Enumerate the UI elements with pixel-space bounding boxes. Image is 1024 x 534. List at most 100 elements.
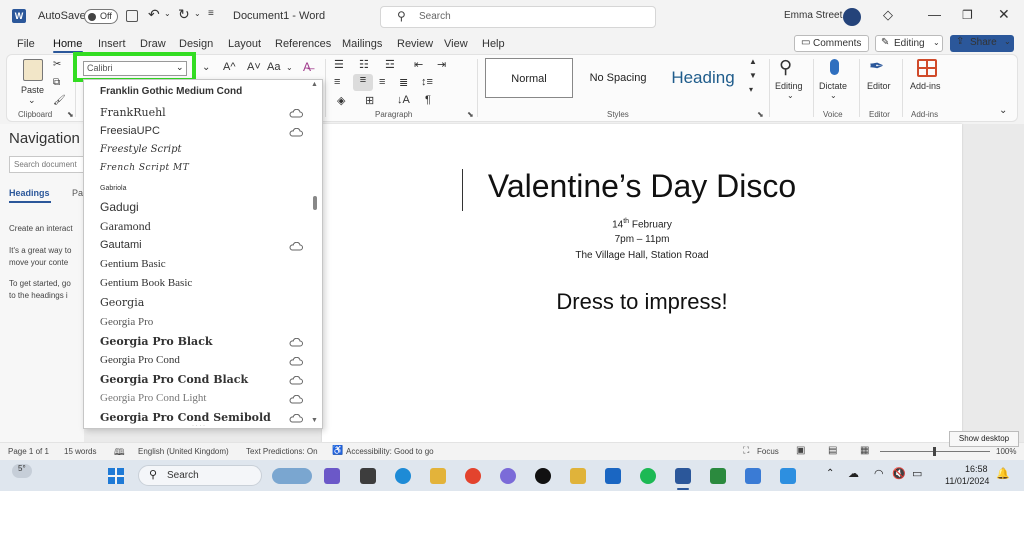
bullets-icon[interactable]: ☰	[334, 58, 344, 71]
addins-button[interactable]: Add-ins	[910, 81, 941, 91]
numbering-icon[interactable]: ☷	[359, 58, 369, 71]
grow-font-icon[interactable]: A^	[223, 61, 236, 73]
clipboard-launcher-icon[interactable]: ⬊	[67, 110, 74, 119]
spotify-icon[interactable]	[640, 468, 656, 484]
font-option[interactable]: Georgia Pro Black	[100, 335, 213, 348]
editor-button[interactable]: Editor	[867, 81, 891, 91]
task-view-icon[interactable]	[360, 468, 376, 484]
styles-launcher-icon[interactable]: ⬊	[757, 110, 764, 119]
tab-view[interactable]: View	[444, 38, 468, 50]
slack-icon[interactable]	[570, 468, 586, 484]
app-icon[interactable]	[710, 468, 726, 484]
style-heading[interactable]: Heading	[661, 58, 745, 98]
show-formatting-icon[interactable]: ¶	[425, 94, 431, 106]
change-case-chevron-icon[interactable]: ⌄	[286, 63, 293, 72]
editor-icon[interactable]: ✒	[869, 56, 884, 77]
dictate-chevron-icon[interactable]: ⌄	[830, 91, 837, 100]
minimize-icon[interactable]: —	[928, 7, 941, 22]
accessibility-icon[interactable]: ♿	[332, 445, 343, 456]
chevron-up-icon[interactable]: ⌃	[826, 468, 834, 479]
tab-help[interactable]: Help	[482, 38, 505, 50]
speaker-mute-icon[interactable]: 🔇	[892, 467, 906, 480]
tab-home[interactable]: Home	[53, 38, 82, 50]
cut-icon[interactable]: ✂	[53, 59, 61, 70]
line-spacing-icon[interactable]: ↕≡	[421, 76, 433, 88]
style-normal[interactable]: Normal	[485, 58, 573, 98]
font-option[interactable]: Gentium Basic	[100, 258, 166, 270]
text-predictions[interactable]: Text Predictions: On	[246, 447, 318, 456]
redo-dropdown-icon[interactable]: ⌄	[194, 9, 201, 18]
page-count[interactable]: Page 1 of 1	[8, 447, 49, 456]
taskbar-search[interactable]: ⚲ Search	[138, 465, 262, 486]
share-button[interactable]: ⇪ Share ⌄	[950, 35, 1014, 52]
app-icon[interactable]	[500, 468, 516, 484]
comments-button[interactable]: ▭ Comments	[794, 35, 869, 52]
align-left-icon[interactable]: ≡	[334, 76, 340, 88]
borders-icon[interactable]: ⊞	[365, 94, 374, 107]
font-option[interactable]: Gabriola	[100, 185, 126, 192]
font-option[interactable]: Georgia Pro	[100, 316, 153, 328]
photos-icon[interactable]	[780, 468, 796, 484]
notification-bell-icon[interactable]: 🔔	[996, 467, 1010, 480]
customize-qat-icon[interactable]: ≡	[208, 8, 214, 19]
editing-mode-button[interactable]: ✎ Editing ⌄	[875, 35, 943, 52]
font-option[interactable]: Gentium Book Basic	[100, 277, 192, 289]
font-option[interactable]: Georgia Pro Cond Black	[100, 373, 248, 386]
font-size-dropdown-icon[interactable]: ⌄	[202, 62, 210, 73]
zoom-level[interactable]: 100%	[996, 447, 1016, 456]
find-icon[interactable]: ⚲	[779, 57, 792, 78]
tab-insert[interactable]: Insert	[98, 38, 126, 50]
font-dropdown-list[interactable]: ▲ ▼ · · · · Franklin Gothic Medium Cond …	[83, 79, 323, 429]
web-layout-icon[interactable]: ▦	[860, 445, 869, 456]
redo-icon[interactable]: ↻	[178, 6, 190, 23]
font-option[interactable]: Garamond	[100, 219, 151, 234]
autosave-toggle[interactable]: Off	[84, 9, 118, 24]
focus-icon[interactable]: ⛶	[743, 445, 749, 456]
tab-layout[interactable]: Layout	[228, 38, 261, 50]
font-option[interactable]: Georgia Pro Cond Light	[100, 392, 206, 404]
accessibility-status[interactable]: Accessibility: Good to go	[346, 447, 434, 456]
editing-chevron-icon[interactable]: ⌄	[787, 91, 794, 100]
increase-indent-icon[interactable]: ⇥	[437, 58, 446, 71]
onedrive-icon[interactable]: ☁	[848, 467, 859, 480]
paste-button[interactable]: Paste	[21, 85, 44, 95]
start-icon[interactable]	[108, 468, 124, 484]
format-painter-icon[interactable]: 🖌	[53, 95, 66, 106]
tab-file[interactable]: File	[17, 38, 35, 50]
diamond-icon[interactable]: ◇	[883, 7, 893, 23]
editing-button[interactable]: Editing	[775, 81, 803, 91]
font-option[interactable]: Georgia Pro Cond	[100, 354, 180, 366]
avatar[interactable]	[843, 8, 861, 26]
font-option[interactable]: Gautami	[100, 239, 142, 251]
print-layout-icon[interactable]: ▤	[828, 445, 837, 456]
tab-design[interactable]: Design	[179, 38, 213, 50]
tab-references[interactable]: References	[275, 38, 331, 50]
copilot-icon[interactable]	[324, 468, 340, 484]
list-scrollbar-thumb[interactable]	[313, 196, 317, 210]
word-count[interactable]: 15 words	[64, 447, 96, 456]
clock-date[interactable]: 11/01/2024	[945, 476, 989, 486]
style-no-spacing[interactable]: No Spacing	[577, 58, 659, 98]
search-box[interactable]: ⚲ Search	[380, 6, 656, 28]
multilevel-list-icon[interactable]: ☲	[385, 58, 395, 71]
undo-icon[interactable]: ↶	[148, 6, 160, 23]
app-icon[interactable]	[535, 468, 551, 484]
tab-draw[interactable]: Draw	[140, 38, 166, 50]
close-icon[interactable]: ✕	[998, 6, 1010, 23]
proofing-icon[interactable]: 🕮	[114, 445, 125, 461]
sort-icon[interactable]: ↓A	[397, 94, 410, 106]
wifi-icon[interactable]: ◠	[874, 467, 884, 480]
search-highlight-icon[interactable]	[272, 468, 312, 484]
font-option[interactable]: Freestyle Script	[100, 144, 182, 155]
font-option[interactable]: FrankRuehl	[100, 106, 166, 119]
decrease-indent-icon[interactable]: ⇤	[414, 58, 423, 71]
nav-search-input[interactable]: Search document	[9, 156, 89, 173]
word-taskbar-icon[interactable]	[675, 468, 691, 484]
font-option[interactable]: Franklin Gothic Medium Cond	[100, 86, 242, 97]
font-option[interactable]: Georgia	[100, 296, 144, 309]
focus-button[interactable]: Focus	[757, 447, 779, 456]
clock-time[interactable]: 16:58	[965, 464, 988, 474]
tab-pages[interactable]: Pa	[72, 188, 83, 198]
addins-icon[interactable]	[917, 59, 937, 77]
battery-icon[interactable]: ▭	[912, 467, 922, 480]
